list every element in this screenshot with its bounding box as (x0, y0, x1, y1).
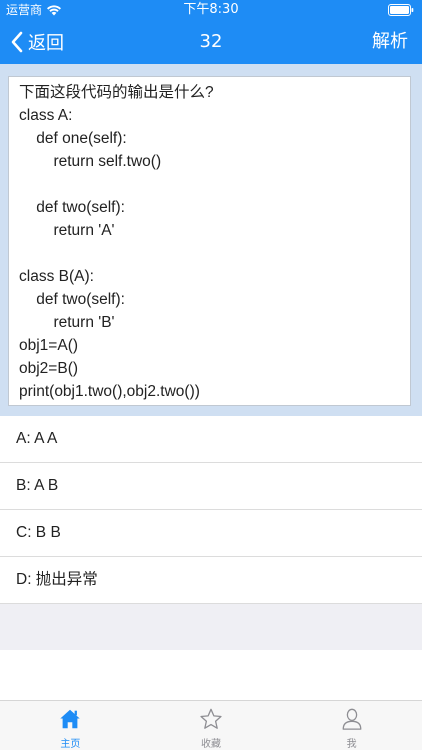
app-root: 运营商 下午8:30 返回 32 解析 下面这段代码的输出是什么? class … (0, 0, 422, 750)
user-icon (342, 708, 362, 730)
tab-label: 主页 (60, 739, 81, 750)
question-line: def two(self): (19, 291, 125, 308)
status-right (388, 4, 414, 16)
question-line: class A: (19, 107, 73, 124)
question-line (19, 173, 400, 196)
option-a[interactable]: A: A A (0, 416, 422, 463)
tab-favorites[interactable]: 收藏 (141, 701, 282, 750)
tab-label: 我 (346, 739, 357, 750)
header: 运营商 下午8:30 返回 32 解析 (0, 0, 422, 64)
analysis-button[interactable]: 解析 (372, 20, 408, 64)
question-line: class B(A): (19, 268, 94, 285)
question-line: 下面这段代码的输出是什么? (19, 84, 214, 101)
home-icon (60, 709, 81, 729)
battery-icon (388, 4, 414, 16)
tab-me[interactable]: 我 (281, 701, 422, 750)
question-line: return self.two() (19, 153, 162, 170)
question-line (19, 242, 400, 265)
answer-options: A: A A B: A B C: B B D: 抛出异常 (0, 416, 422, 604)
question-line: return 'B' (19, 314, 115, 331)
star-icon (200, 708, 222, 729)
back-button[interactable]: 返回 (10, 20, 64, 64)
question-line: obj2=B() (19, 360, 79, 377)
question-line: obj1=A() (19, 337, 79, 354)
content-fill (0, 650, 422, 700)
option-c[interactable]: C: B B (0, 510, 422, 557)
nav-bar: 返回 32 解析 (0, 20, 422, 64)
tab-bar: 主页 收藏 我 (0, 700, 422, 750)
tab-home[interactable]: 主页 (0, 701, 141, 750)
option-d[interactable]: D: 抛出异常 (0, 557, 422, 604)
status-time: 下午8:30 (183, 2, 239, 17)
question-line: def two(self): (19, 199, 125, 216)
question-section: 下面这段代码的输出是什么? class A: def one(self): re… (0, 64, 422, 416)
spacer (0, 604, 422, 650)
option-b[interactable]: B: A B (0, 463, 422, 510)
back-label: 返回 (28, 33, 64, 54)
tab-label: 收藏 (201, 739, 221, 750)
question-text-box: 下面这段代码的输出是什么? class A: def one(self): re… (8, 76, 411, 406)
question-line: print(obj1.two(),obj2.two()) (19, 383, 200, 400)
question-line: def one(self): (19, 130, 127, 147)
status-bar: 运营商 下午8:30 (0, 0, 422, 20)
question-line: return 'A' (19, 222, 115, 239)
chevron-left-icon (11, 31, 23, 53)
